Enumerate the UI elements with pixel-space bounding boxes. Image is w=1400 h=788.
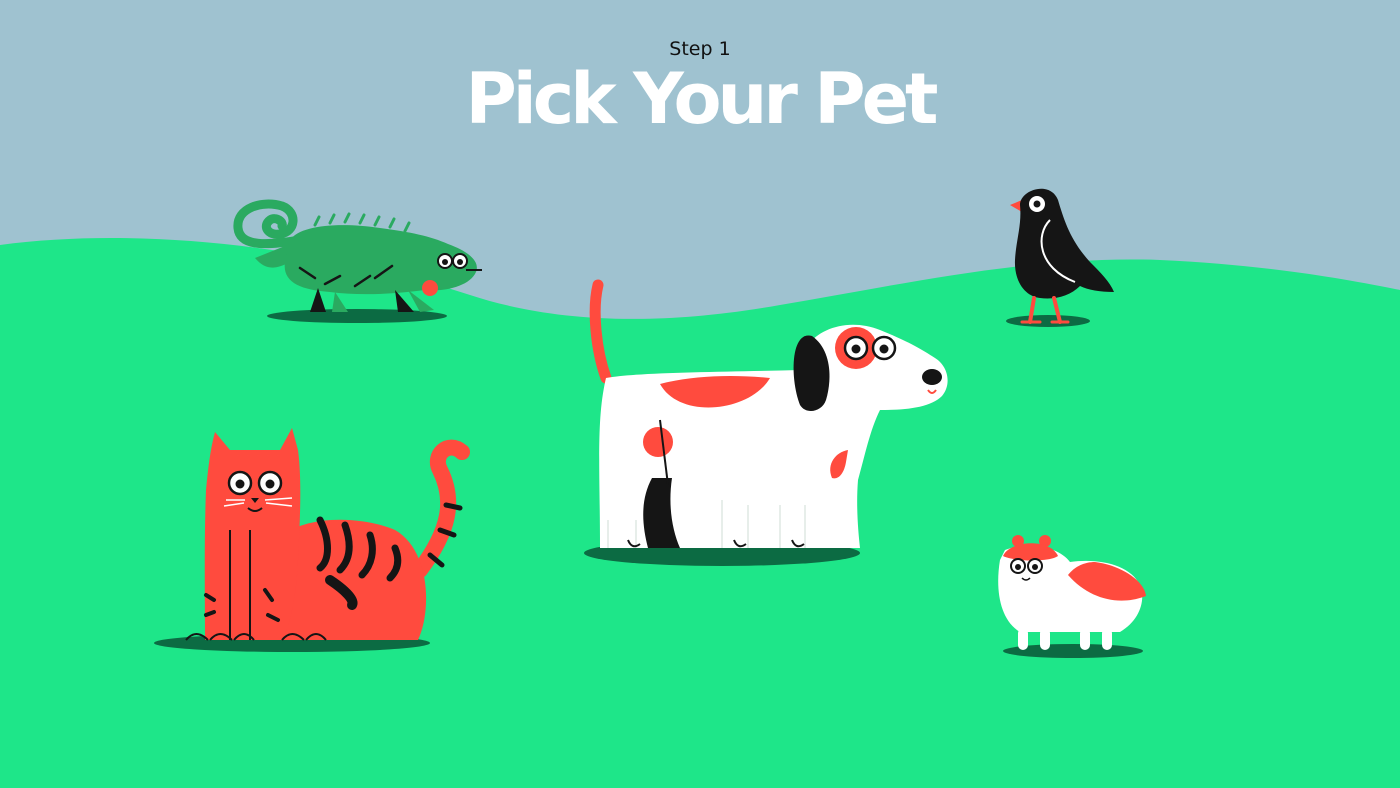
step-label: Step 1 [669, 38, 731, 60]
page-title: Pick Your Pet [465, 58, 938, 140]
bird-shadow [1006, 315, 1090, 327]
